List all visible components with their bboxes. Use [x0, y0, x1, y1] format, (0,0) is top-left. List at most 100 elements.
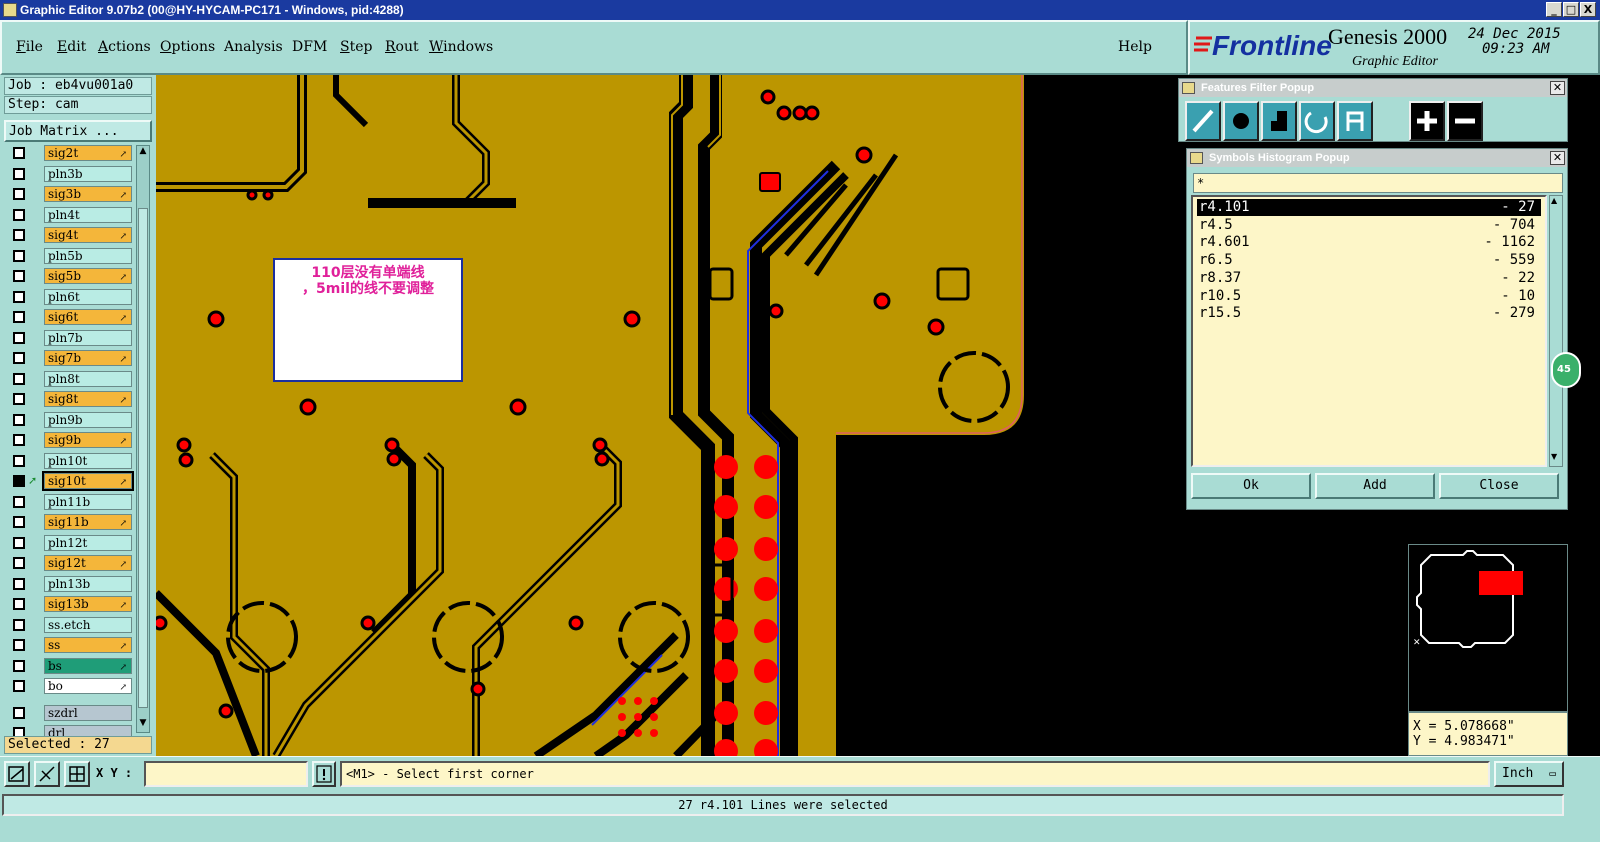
layer-row-sig12t[interactable]: sig12t ↗ — [10, 555, 132, 571]
layer-checkbox[interactable] — [13, 331, 25, 344]
features-filter-title-bar[interactable]: Features Filter Popup ✕ — [1179, 79, 1567, 97]
layer-checkbox[interactable] — [13, 680, 25, 692]
menu-actions[interactable]: Actions — [98, 39, 151, 55]
layer-row-bo[interactable]: bo ↗ — [10, 678, 132, 694]
layer-row-pln9b[interactable]: pln9b — [10, 411, 132, 428]
layer-name[interactable]: pln5b — [44, 247, 132, 264]
ok-button[interactable]: Ok — [1191, 473, 1311, 499]
layer-checkbox[interactable] — [13, 393, 25, 405]
features-filter-close-button[interactable]: ✕ — [1550, 81, 1565, 95]
layer-row-sig6t[interactable]: sig6t ↗ — [10, 309, 132, 325]
layer-list-scrollbar[interactable]: ▲ ▼ — [136, 145, 150, 733]
layer-row-ss[interactable]: ss ↗ — [10, 637, 132, 653]
layer-checkbox[interactable] — [13, 167, 25, 180]
menu-rout[interactable]: Rout — [385, 39, 419, 55]
layer-checkbox[interactable] — [13, 475, 25, 487]
layer-name[interactable]: pln9b — [44, 411, 132, 428]
snap-button[interactable] — [34, 761, 60, 787]
text-tool-button[interactable] — [1337, 101, 1373, 141]
add-filter-button[interactable] — [1409, 101, 1445, 141]
layer-checkbox[interactable] — [13, 706, 25, 719]
histogram-row[interactable]: r15.5 - 279 — [1197, 305, 1541, 322]
layer-name[interactable]: sig13b ↗ — [44, 596, 132, 612]
maximize-button[interactable]: □ — [1563, 2, 1579, 17]
job-matrix-button[interactable]: Job Matrix ... — [4, 120, 152, 142]
layer-name[interactable]: ss ↗ — [44, 637, 132, 653]
layer-checkbox[interactable] — [13, 454, 25, 467]
layer-row-bs[interactable]: bs ↗ — [10, 657, 132, 674]
layer-row-pln10t[interactable]: pln10t — [10, 452, 132, 469]
layer-row-sig11b[interactable]: sig11b ↗ — [10, 514, 132, 530]
layer-row-sig13b[interactable]: sig13b ↗ — [10, 596, 132, 612]
layer-checkbox[interactable] — [13, 372, 25, 385]
unit-selector[interactable]: Inch ▭ — [1494, 761, 1564, 787]
layer-name[interactable]: sig8t ↗ — [44, 391, 132, 407]
layer-name[interactable]: sig11b ↗ — [44, 514, 132, 530]
layer-name[interactable]: sig10t ↗ — [42, 471, 134, 491]
layer-checkbox[interactable] — [13, 598, 25, 610]
layer-checkbox[interactable] — [13, 208, 25, 221]
layer-checkbox[interactable] — [13, 352, 25, 364]
layer-checkbox[interactable] — [13, 639, 25, 651]
layer-name[interactable]: ss.etch — [44, 616, 132, 633]
histogram-close-x-button[interactable]: ✕ — [1550, 151, 1565, 165]
minimize-button[interactable]: _ — [1546, 2, 1562, 17]
alert-button[interactable] — [312, 761, 336, 787]
histogram-row[interactable]: r4.5 - 704 — [1197, 217, 1541, 234]
layer-checkbox[interactable] — [13, 434, 25, 446]
layer-name[interactable]: sig6t ↗ — [44, 309, 132, 325]
layer-row-sig10t[interactable]: sig10t ↗ ➚ — [10, 471, 134, 491]
menu-dfm[interactable]: DFM — [292, 39, 327, 55]
menu-windows[interactable]: Windows — [429, 39, 493, 55]
arc-tool-button[interactable] — [1299, 101, 1335, 141]
menu-help[interactable]: Help — [1118, 39, 1152, 55]
menu-edit[interactable]: Edit — [57, 39, 86, 55]
layer-row-pln8t[interactable]: pln8t — [10, 370, 132, 387]
layer-checkbox[interactable] — [13, 659, 25, 672]
histogram-filter-input[interactable]: * — [1193, 173, 1563, 193]
layer-name[interactable]: bo ↗ — [44, 678, 132, 694]
layer-row-sig7b[interactable]: sig7b ↗ — [10, 350, 132, 366]
layer-name[interactable]: pln10t — [44, 452, 132, 469]
layer-checkbox[interactable] — [13, 536, 25, 549]
layer-row-pln13b[interactable]: pln13b — [10, 575, 132, 592]
surface-tool-button[interactable] — [1261, 101, 1297, 141]
layer-checkbox[interactable] — [13, 290, 25, 303]
layer-name[interactable]: sig9b ↗ — [44, 432, 132, 448]
view-window[interactable] — [1479, 571, 1523, 595]
histogram-scrollbar[interactable]: ▲ ▼ — [1549, 195, 1563, 467]
grid-button[interactable] — [64, 761, 90, 787]
line-tool-button[interactable] — [1185, 101, 1221, 141]
layer-checkbox[interactable] — [13, 249, 25, 262]
layer-name[interactable]: bs ↗ — [44, 657, 132, 674]
close-button[interactable]: Close — [1439, 473, 1559, 499]
layer-row-sig9b[interactable]: sig9b ↗ — [10, 432, 132, 448]
layer-name[interactable]: pln6t — [44, 288, 132, 305]
remove-filter-button[interactable] — [1447, 101, 1483, 141]
graphic-canvas[interactable]: 110层没有单端线 ，5mil的线不要调整 — [156, 75, 1186, 756]
pad-tool-button[interactable] — [1223, 101, 1259, 141]
layer-row-szdrl[interactable]: szdrl — [10, 704, 132, 721]
menu-analysis[interactable]: Analysis — [224, 39, 283, 55]
layer-name[interactable]: sig2t ↗ — [44, 145, 132, 161]
layer-row-sig5b[interactable]: sig5b ↗ — [10, 268, 132, 284]
xy-input[interactable] — [144, 761, 308, 787]
layer-checkbox[interactable] — [13, 188, 25, 200]
layer-row-pln6t[interactable]: pln6t — [10, 288, 132, 305]
scroll-thumb[interactable] — [138, 208, 148, 708]
layer-checkbox[interactable] — [13, 557, 25, 569]
zoom-window-button[interactable] — [4, 761, 30, 787]
histogram-row[interactable]: r6.5 - 559 — [1197, 252, 1541, 269]
layer-checkbox[interactable] — [13, 413, 25, 426]
layer-row-sig4t[interactable]: sig4t ↗ — [10, 227, 132, 243]
histogram-row[interactable]: r10.5 - 10 — [1197, 288, 1541, 305]
layer-name[interactable]: pln13b — [44, 575, 132, 592]
layer-name[interactable]: pln7b — [44, 329, 132, 346]
layer-row-pln7b[interactable]: pln7b — [10, 329, 132, 346]
layer-checkbox[interactable] — [13, 229, 25, 241]
layer-checkbox[interactable] — [13, 577, 25, 590]
layer-checkbox[interactable] — [13, 270, 25, 282]
scroll-up-icon[interactable]: ▲ — [138, 146, 148, 158]
layer-name[interactable]: pln11b — [44, 493, 132, 510]
layer-checkbox[interactable] — [13, 516, 25, 528]
